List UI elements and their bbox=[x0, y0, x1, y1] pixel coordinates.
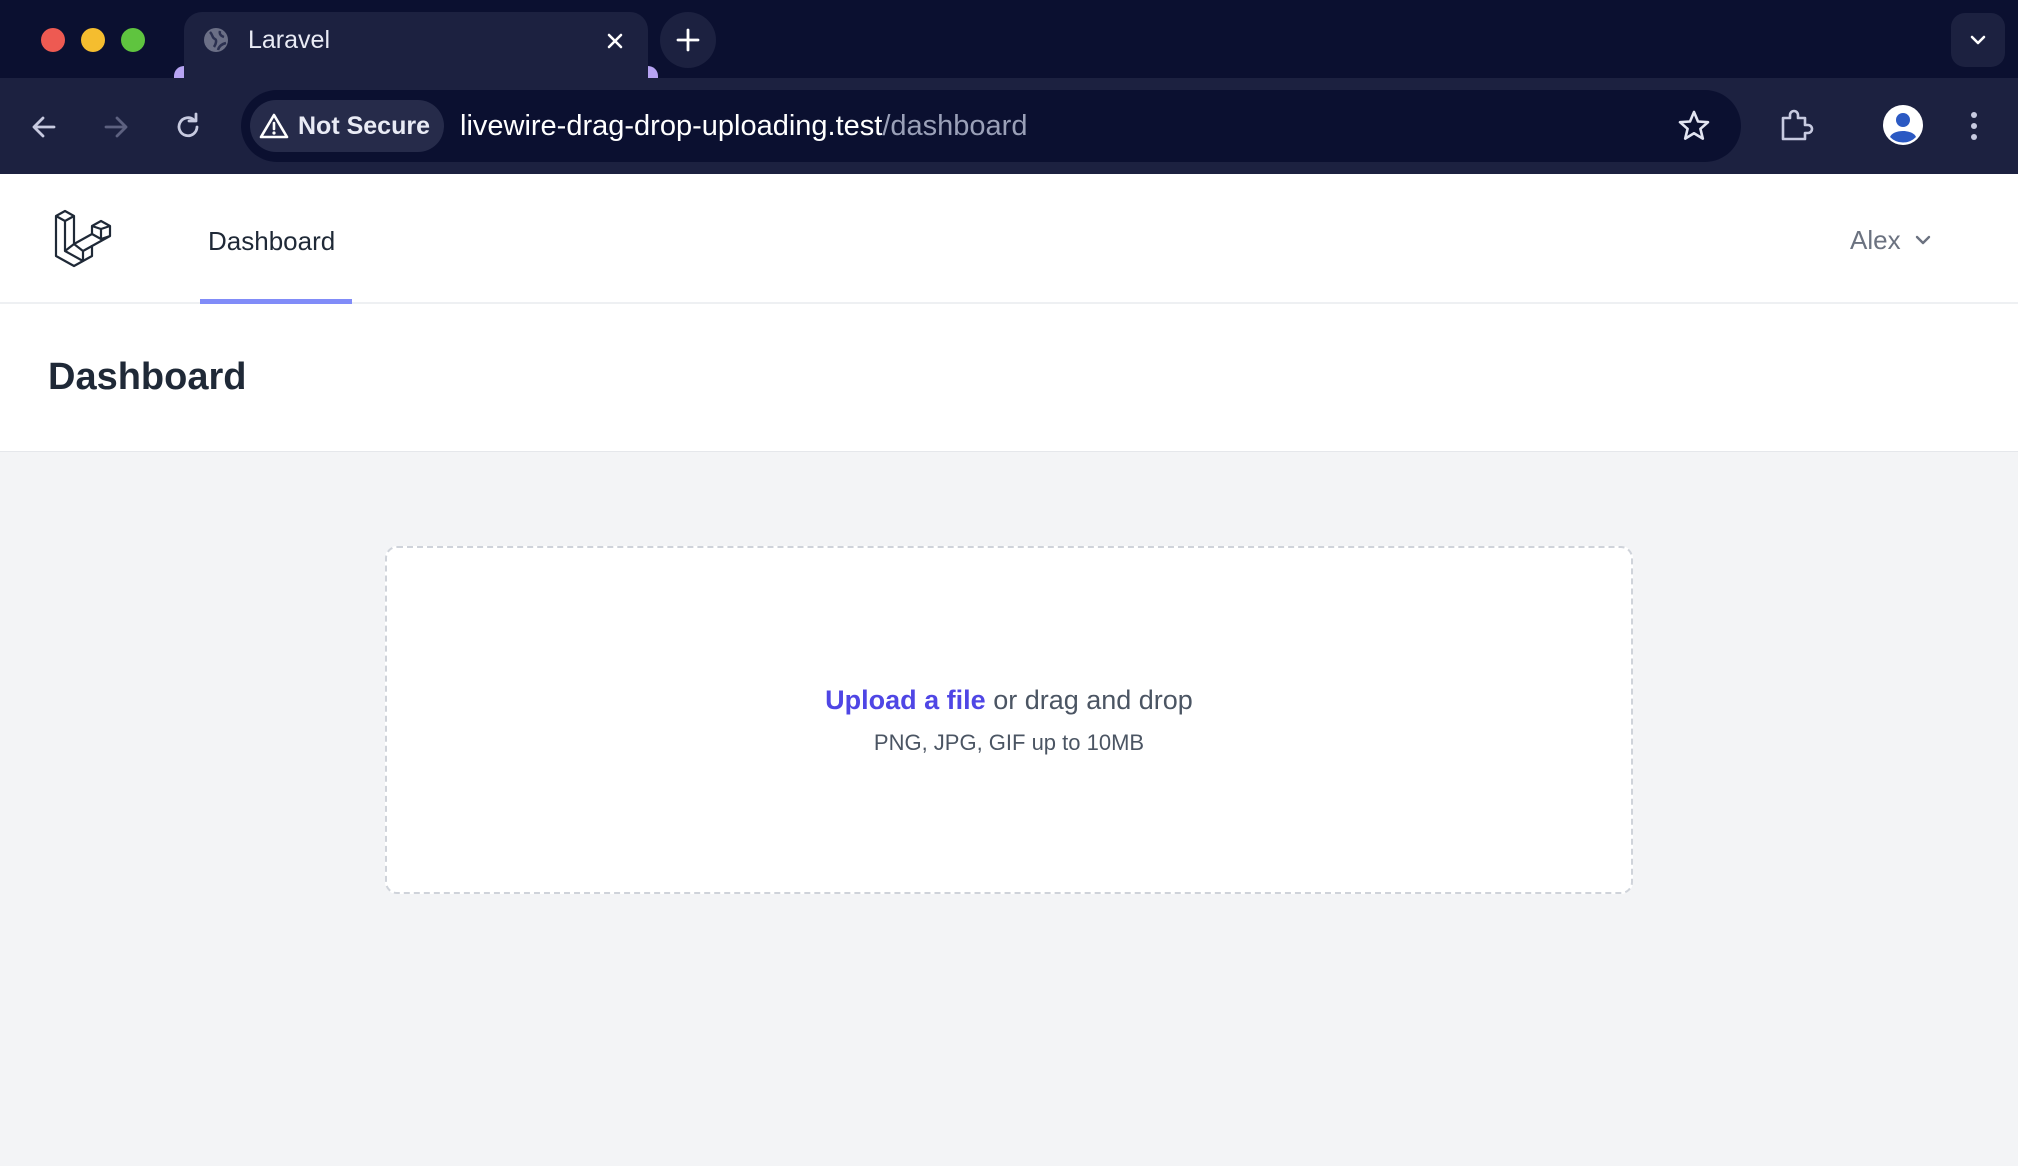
puzzle-extension-icon[interactable] bbox=[1777, 106, 1815, 144]
url-text[interactable]: livewire-drag-drop-uploading.test/dashbo… bbox=[460, 108, 1027, 144]
back-arrow-icon[interactable] bbox=[24, 107, 64, 147]
url-host: livewire-drag-drop-uploading.test bbox=[460, 110, 883, 142]
new-tab-button[interactable] bbox=[660, 12, 716, 68]
profile-avatar-icon[interactable] bbox=[1882, 104, 1924, 146]
close-icon[interactable] bbox=[600, 26, 630, 56]
file-dropzone[interactable] bbox=[385, 546, 1633, 894]
url-path: /dashboard bbox=[882, 110, 1028, 142]
window-maximize-button[interactable] bbox=[121, 28, 145, 52]
user-name: Alex bbox=[1850, 225, 1901, 255]
tab-title: Laravel bbox=[248, 26, 330, 54]
user-menu-trigger[interactable]: Alex bbox=[1850, 222, 1933, 258]
dropzone-prompt: Upload a file or drag and drop bbox=[385, 682, 1633, 718]
window-close-button[interactable] bbox=[41, 28, 65, 52]
bookmark-star-icon[interactable] bbox=[1676, 108, 1712, 144]
page-title: Dashboard bbox=[48, 356, 247, 398]
nav-link-dashboard[interactable]: Dashboard bbox=[208, 224, 335, 258]
dropzone-hint: PNG, JPG, GIF up to 10MB bbox=[873, 730, 1145, 755]
plus-icon bbox=[676, 28, 700, 52]
chevron-down-icon bbox=[1970, 35, 1986, 45]
forward-arrow-icon[interactable] bbox=[96, 107, 136, 147]
upload-file-link[interactable]: Upload a file bbox=[825, 685, 986, 715]
reload-icon[interactable] bbox=[168, 107, 208, 147]
page-header bbox=[0, 304, 2018, 452]
window-minimize-button[interactable] bbox=[81, 28, 105, 52]
tab-search-button[interactable] bbox=[1951, 13, 2005, 67]
more-vert-icon[interactable] bbox=[1966, 108, 1982, 144]
chevron-down-icon bbox=[1915, 235, 1930, 245]
laravel-logo-icon[interactable] bbox=[52, 204, 120, 272]
globe-icon bbox=[204, 28, 228, 52]
dropzone-prompt-rest: or drag and drop bbox=[985, 685, 1193, 715]
security-label: Not Secure bbox=[298, 112, 430, 140]
warning-icon bbox=[259, 113, 289, 139]
